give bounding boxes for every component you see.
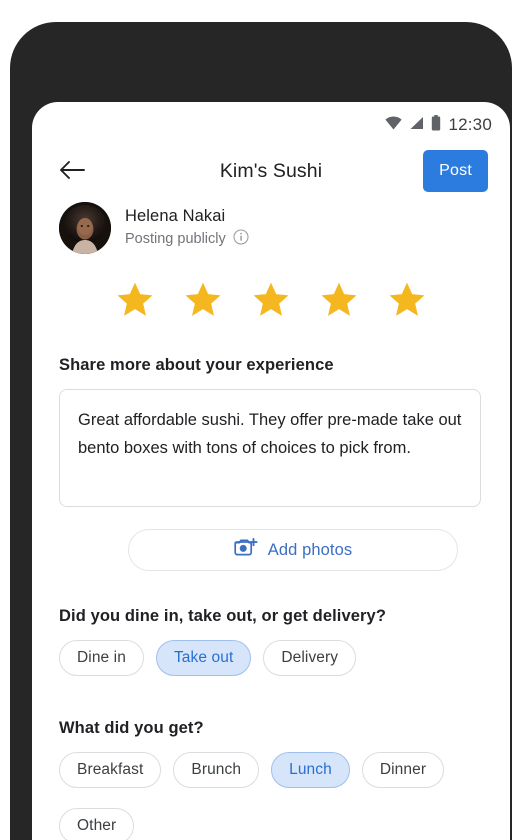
author-text: Helena Nakai Posting publicly xyxy=(125,207,249,249)
avatar[interactable] xyxy=(59,202,111,254)
star-4-icon[interactable] xyxy=(319,280,359,325)
post-button[interactable]: Post xyxy=(423,150,488,192)
author-visibility-row: Posting publicly xyxy=(125,229,249,249)
review-input[interactable] xyxy=(59,389,481,507)
status-bar: 12:30 xyxy=(385,112,492,138)
camera-plus-icon xyxy=(234,537,258,563)
phone-screen: 12:30 Kim's Sushi Post Helena Nakai Post… xyxy=(32,102,510,840)
chip-lunch[interactable]: Lunch xyxy=(271,752,350,788)
author-name: Helena Nakai xyxy=(125,207,226,225)
meal-option-chips: Breakfast Brunch Lunch Dinner xyxy=(59,752,445,788)
star-2-icon[interactable] xyxy=(183,280,223,325)
info-icon[interactable] xyxy=(233,229,249,249)
wifi-icon xyxy=(385,116,403,135)
phone-screenshot: 12:30 Kim's Sushi Post Helena Nakai Post… xyxy=(0,0,523,840)
app-bar: Kim's Sushi Post xyxy=(32,140,510,202)
chip-other[interactable]: Other xyxy=(59,808,135,840)
review-heading: Share more about your experience xyxy=(59,356,334,374)
battery-icon xyxy=(431,114,441,136)
chip-brunch[interactable]: Brunch xyxy=(173,752,260,788)
star-3-icon[interactable] xyxy=(251,280,291,325)
chip-dine-in[interactable]: Dine in xyxy=(59,640,144,676)
chip-breakfast[interactable]: Breakfast xyxy=(59,752,162,788)
author-row: Helena Nakai Posting publicly xyxy=(59,202,249,254)
meal-question-heading: What did you get? xyxy=(59,719,204,737)
add-photos-label: Add photos xyxy=(267,540,353,559)
star-rating[interactable] xyxy=(32,280,510,325)
author-visibility-label: Posting publicly xyxy=(125,231,226,247)
phone-frame: 12:30 Kim's Sushi Post Helena Nakai Post… xyxy=(10,22,512,840)
dining-question-heading: Did you dine in, take out, or get delive… xyxy=(59,607,387,625)
chip-dinner[interactable]: Dinner xyxy=(361,752,445,788)
chip-delivery[interactable]: Delivery xyxy=(263,640,357,676)
dining-option-chips: Dine in Take out Delivery xyxy=(59,640,357,676)
chip-take-out[interactable]: Take out xyxy=(155,640,252,676)
star-1-icon[interactable] xyxy=(115,280,155,325)
cellular-signal-icon xyxy=(409,116,424,135)
meal-option-chips-overflow: Other xyxy=(59,808,135,840)
add-photos-button[interactable]: Add photos xyxy=(128,529,458,571)
star-5-icon[interactable] xyxy=(387,280,427,325)
status-time: 12:30 xyxy=(448,115,492,134)
